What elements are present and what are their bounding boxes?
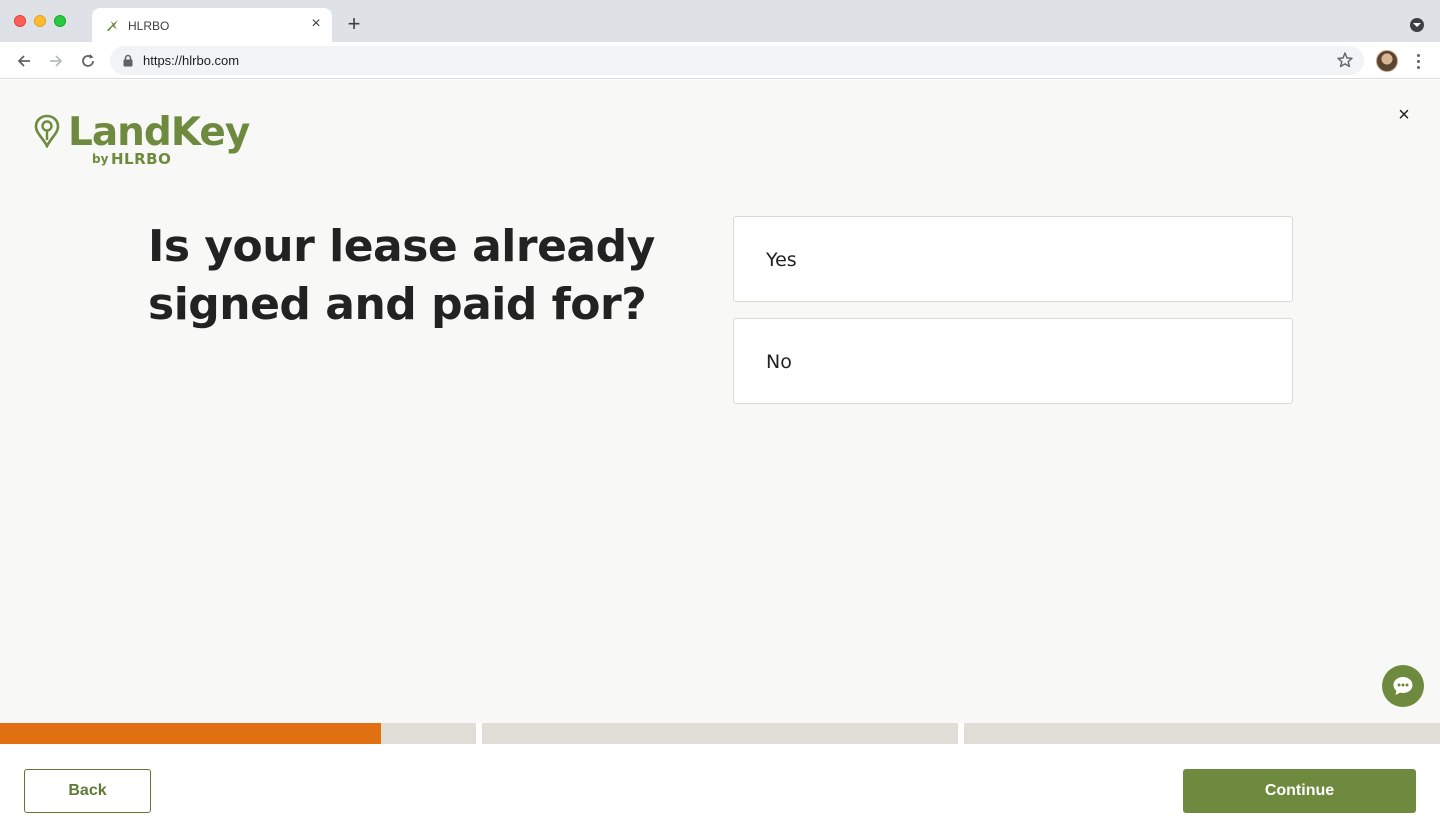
- option-yes[interactable]: Yes: [733, 216, 1293, 302]
- url-text: https://hlrbo.com: [143, 53, 240, 68]
- progress-fill: [0, 723, 381, 744]
- forward-arrow-icon[interactable]: [46, 51, 66, 71]
- logo-by: by: [92, 152, 109, 166]
- chat-bubble-icon: [1393, 677, 1413, 695]
- browser-toolbar: https://hlrbo.com: [0, 42, 1440, 79]
- option-label: No: [766, 351, 792, 373]
- window-close-dot[interactable]: [14, 15, 26, 27]
- progress-segment-1: [0, 723, 476, 744]
- browser-tab-strip: HLRBO × +: [0, 0, 1440, 42]
- tab-title: HLRBO: [128, 19, 170, 33]
- close-icon[interactable]: ×: [1394, 105, 1414, 126]
- lock-icon: [123, 54, 133, 67]
- window-zoom-dot[interactable]: [54, 15, 66, 27]
- profile-avatar[interactable]: [1376, 50, 1398, 72]
- option-label: Yes: [766, 249, 797, 271]
- landkey-logo[interactable]: LandKey by HLRBO: [34, 110, 264, 174]
- address-bar[interactable]: https://hlrbo.com: [110, 46, 1364, 75]
- page-content: LandKey by HLRBO × Is your lease already…: [0, 80, 1440, 723]
- window-minimize-dot[interactable]: [34, 15, 46, 27]
- back-arrow-icon[interactable]: [14, 51, 34, 71]
- browser-menu-icon[interactable]: [1412, 51, 1424, 71]
- progress-segment-2: [482, 723, 958, 744]
- new-tab-button[interactable]: +: [344, 13, 364, 35]
- tab-close-icon[interactable]: ×: [308, 16, 324, 32]
- question-heading: Is your lease already signed and paid fo…: [148, 221, 655, 330]
- reload-icon[interactable]: [78, 51, 98, 71]
- back-button[interactable]: Back: [24, 769, 151, 813]
- footer: Back Continue: [0, 744, 1440, 837]
- progress-bar: [0, 723, 1440, 744]
- continue-button[interactable]: Continue: [1183, 769, 1416, 813]
- hlrbo-favicon-icon: [106, 19, 119, 32]
- bookmark-star-icon[interactable]: [1336, 51, 1354, 69]
- tab-search-icon[interactable]: [1410, 18, 1424, 32]
- logo-parent-brand: HLRBO: [111, 150, 172, 168]
- location-pin-icon: [34, 114, 60, 148]
- browser-tab[interactable]: HLRBO ×: [92, 8, 332, 42]
- chat-button[interactable]: [1382, 665, 1424, 707]
- progress-segment-3: [964, 723, 1440, 744]
- option-no[interactable]: No: [733, 318, 1293, 404]
